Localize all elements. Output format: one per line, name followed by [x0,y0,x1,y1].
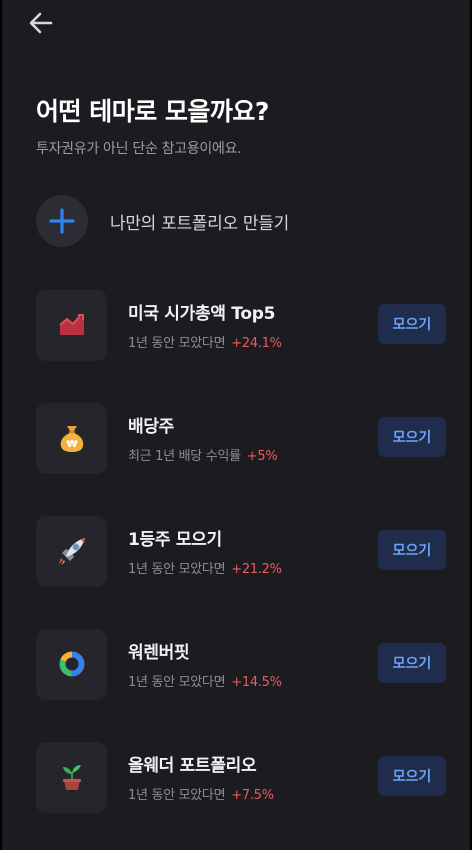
back-button[interactable] [24,6,58,40]
screen: 어떤 테마로 모을까요? 투자권유가 아닌 단순 참고용이에요. 나만의 포트폴… [0,0,472,850]
page-title: 어떤 테마로 모을까요? [36,97,269,126]
plant-icon [62,765,81,790]
theme-rate: +7.5% [231,788,274,803]
theme-icon-box [36,628,107,700]
theme-rate: +14.5% [231,675,282,690]
theme-subtext: 1년 동안 모았다면 +7.5% [128,784,274,803]
theme-rate: +24.1% [231,336,282,351]
donut-icon [59,651,84,677]
theme-name: 올웨더 포트폴리오 [128,756,257,776]
page-subtitle: 투자권유가 아닌 단순 참고용이에요. [36,141,242,157]
theme-name: 배당주 [128,417,175,437]
theme-subtext: 1년 동안 모았다면 +21.2% [128,558,282,577]
theme-subtext: 1년 동안 모았다면 +14.5% [128,671,282,690]
theme-name: 워렌버핏 [128,643,190,663]
theme-sub-label: 1년 동안 모았다면 [128,788,226,803]
rocket-icon [58,538,85,565]
theme-icon-box [36,289,107,361]
theme-item-us-top5[interactable]: 미국 시가총액 Top5 1년 동안 모았다면 +24.1% 모으기 [36,289,448,361]
theme-item-all-weather[interactable]: 올웨더 포트폴리오 1년 동안 모았다면 +7.5% 모으기 [36,741,448,813]
collect-button[interactable]: 모으기 [378,417,446,457]
theme-icon-box [36,515,107,587]
theme-item-dividend[interactable]: ₩ 배당주 최근 1년 배당 수익률 +5% 모으기 [36,402,448,474]
theme-subtext: 최근 1년 배당 수익률 +5% [128,445,278,464]
svg-text:₩: ₩ [66,439,77,450]
theme-sub-label: 1년 동안 모았다면 [128,675,226,690]
create-circle [36,195,88,247]
collect-button[interactable]: 모으기 [378,643,446,683]
theme-icon-box [36,741,107,813]
arrow-left-icon [29,12,53,34]
theme-list: 미국 시가총액 Top5 1년 동안 모았다면 +24.1% 모으기 ₩ 배당주 … [36,289,448,850]
theme-subtext: 1년 동안 모았다면 +24.1% [128,332,282,351]
create-portfolio-label: 나만의 포트폴리오 만들기 [110,213,289,234]
theme-rate: +5% [246,449,278,464]
collect-button[interactable]: 모으기 [378,304,446,344]
theme-item-buffett[interactable]: 워렌버핏 1년 동안 모았다면 +14.5% 모으기 [36,628,448,700]
theme-rate: +21.2% [231,562,282,577]
money-bag-icon: ₩ [60,426,83,452]
collect-button[interactable]: 모으기 [378,756,446,796]
theme-name: 미국 시가총액 Top5 [128,304,276,324]
create-portfolio-button[interactable]: 나만의 포트폴리오 만들기 [36,195,289,247]
theme-sub-label: 최근 1년 배당 수익률 [128,449,241,464]
collect-button[interactable]: 모으기 [378,530,446,570]
theme-icon-box: ₩ [36,402,107,474]
plus-icon [49,208,75,234]
theme-sub-label: 1년 동안 모았다면 [128,336,226,351]
chart-up-icon [58,314,84,335]
theme-item-top-stocks[interactable]: 1등주 모으기 1년 동안 모았다면 +21.2% 모으기 [36,515,448,587]
theme-name: 1등주 모으기 [128,530,222,550]
theme-sub-label: 1년 동안 모았다면 [128,562,226,577]
